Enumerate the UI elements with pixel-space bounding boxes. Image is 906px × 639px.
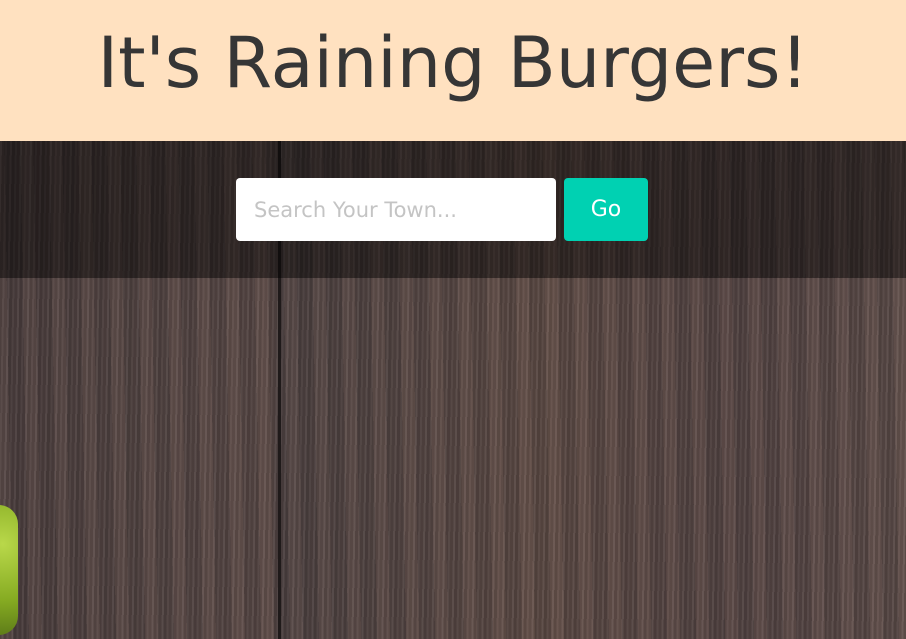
- search-form: Go: [236, 178, 648, 241]
- lettuce-image: [0, 505, 18, 635]
- header: It's Raining Burgers!: [0, 0, 906, 141]
- search-input[interactable]: [236, 178, 556, 241]
- page-title: It's Raining Burgers!: [97, 21, 809, 104]
- go-button[interactable]: Go: [564, 178, 648, 241]
